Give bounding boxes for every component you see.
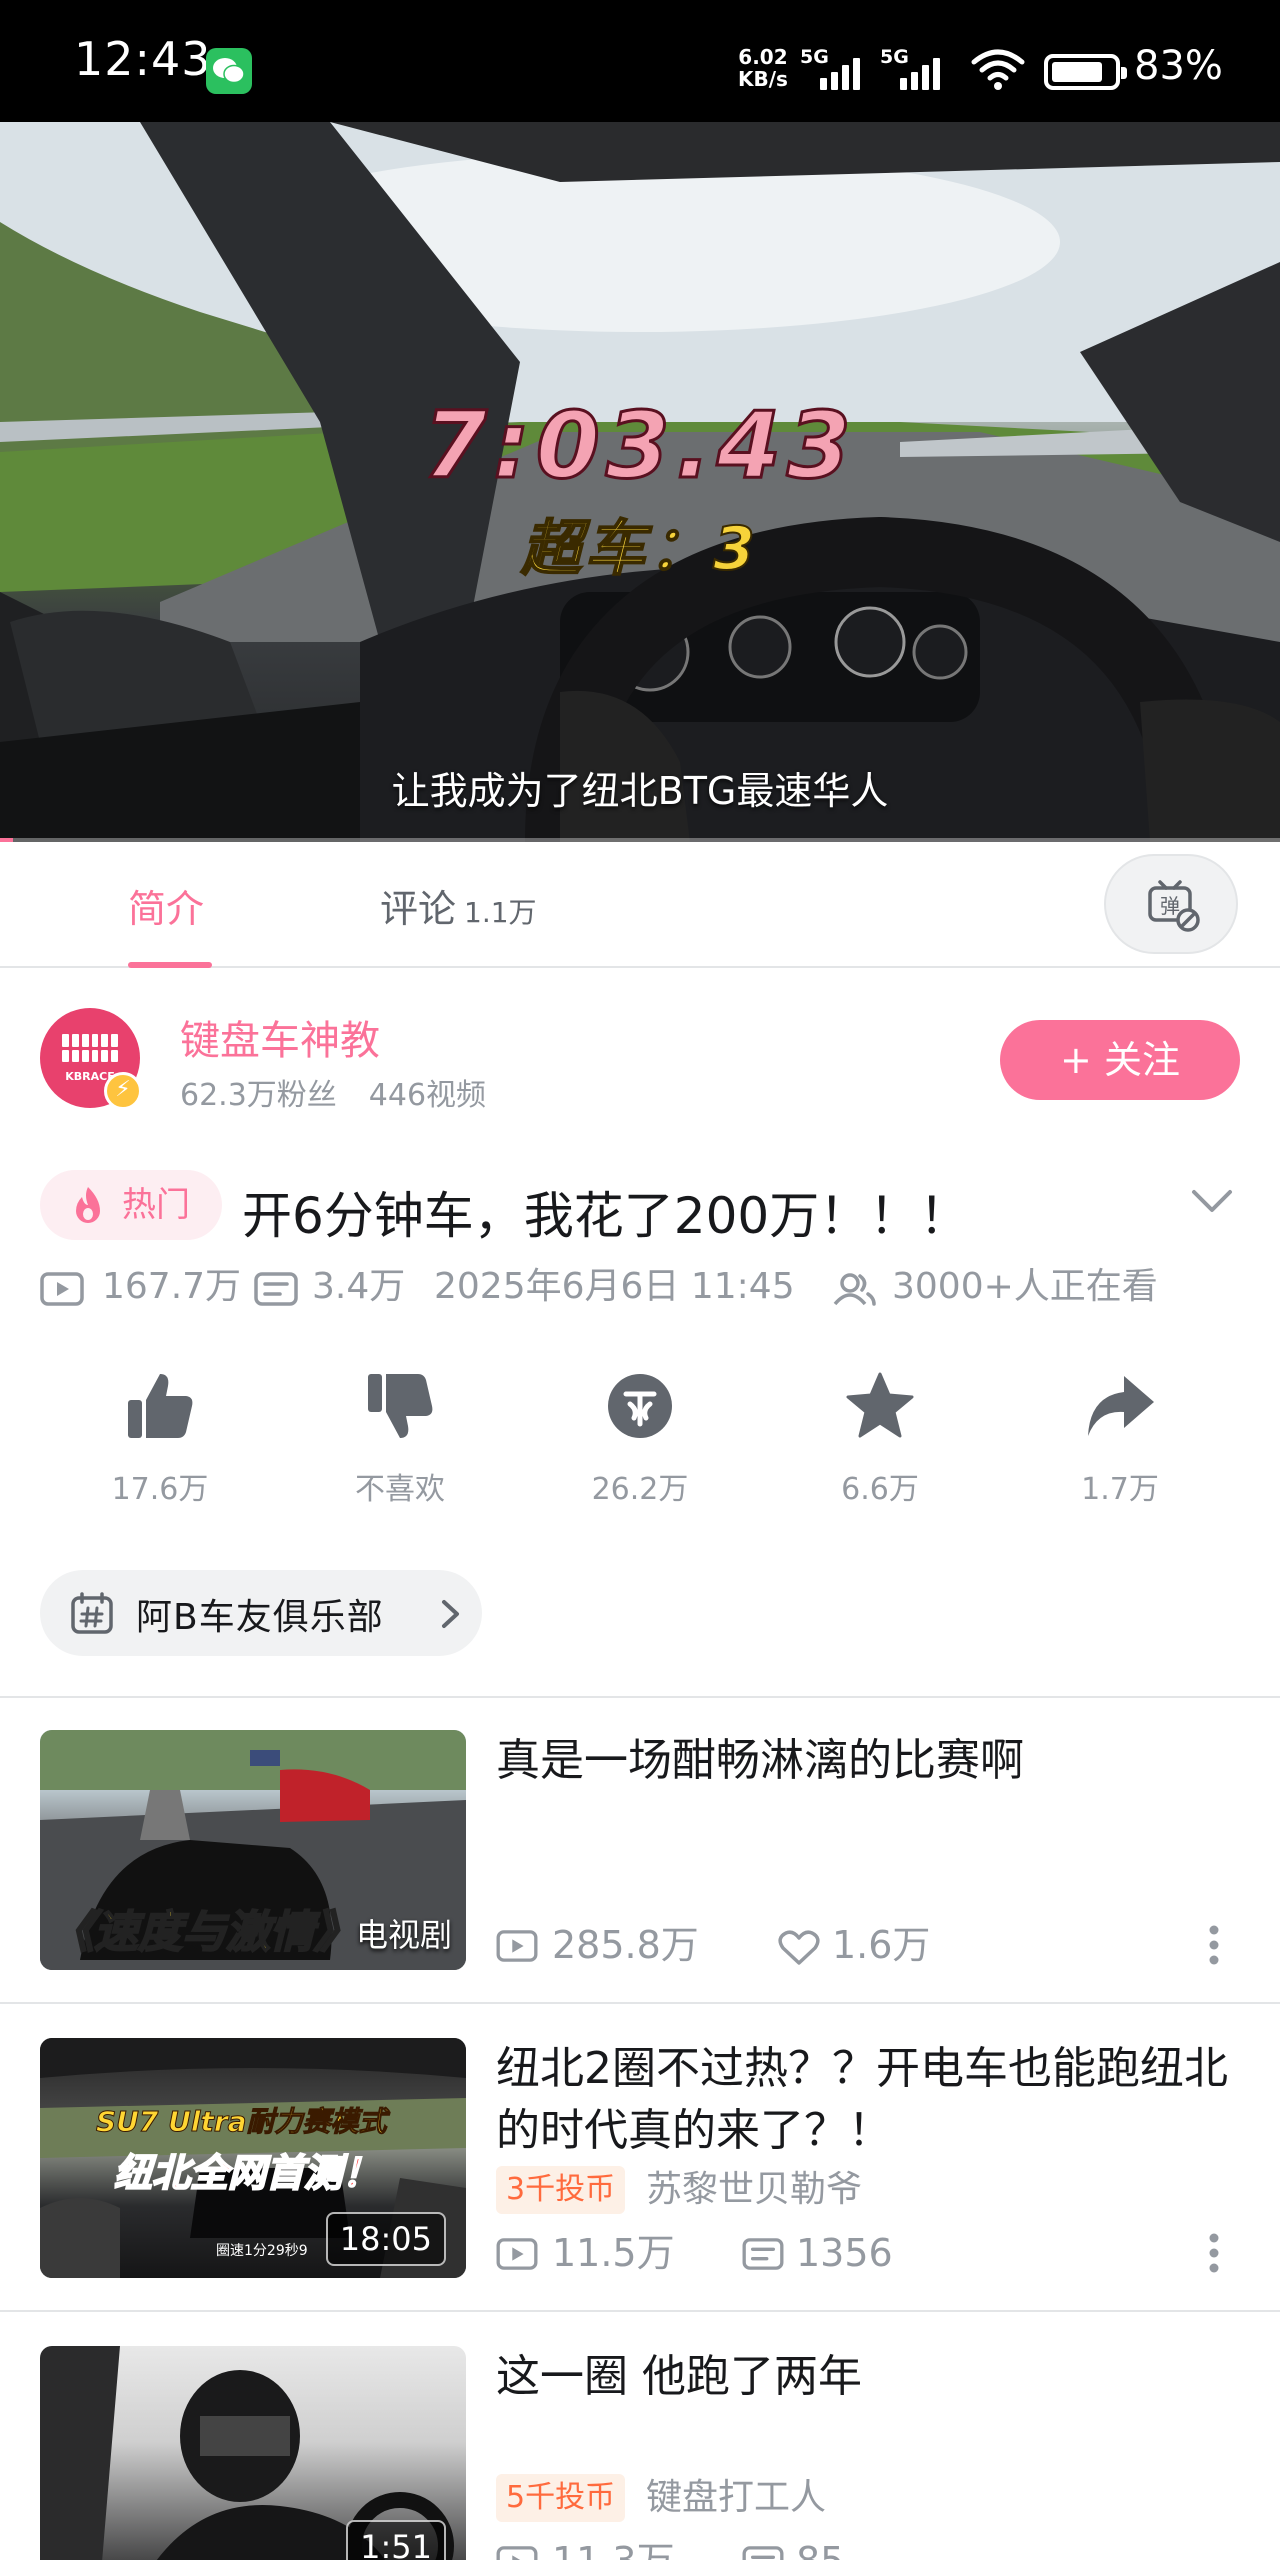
coin-count: 26.2万	[591, 1472, 689, 1507]
danmaku-count: 1356	[796, 2231, 893, 2275]
coin-badge: 5千投币	[496, 2474, 626, 2522]
like-count: 17.6万	[111, 1472, 209, 1507]
recommendation-author: 键盘打工人	[646, 2477, 827, 2518]
wifi-icon	[971, 49, 1025, 90]
video-duration: 1:51	[346, 2520, 446, 2560]
thumbnail-caption-1: SU7 Ultra耐力赛模式	[96, 2105, 388, 2139]
dislike-button[interactable]: 不喜欢	[320, 1370, 480, 1508]
play-count-icon	[496, 2546, 538, 2560]
recommendation-thumbnail[interactable]: SU7 Ultra耐力赛模式 纽北全网首测！ 圈速1分29秒9 18:05	[40, 2038, 466, 2278]
more-options-icon[interactable]	[1208, 2232, 1220, 2274]
tab-bar: 简介 评论 1.1万 弹	[0, 842, 1280, 968]
follow-button[interactable]: + 关注	[1000, 1020, 1240, 1100]
content-type-tag: 电视剧	[355, 1916, 452, 1954]
uploader-fans: 62.3万粉丝	[180, 1078, 337, 1113]
watching-now: 3000+人正在看	[892, 1266, 1158, 1307]
video-player[interactable]: 7:03.43 超车：3 让我成为了纽北BTG最速华人	[0, 122, 1280, 842]
hot-badge[interactable]: 热门	[40, 1170, 222, 1240]
coin-icon	[608, 1374, 672, 1438]
coin-badge: 3千投币	[496, 2166, 626, 2214]
tab-intro[interactable]: 简介	[128, 878, 204, 933]
channel-chip-label: 阿B车友俱乐部	[136, 1597, 384, 1638]
thumbnail-caption-3: 圈速1分29秒9	[216, 2243, 308, 2259]
item-divider	[0, 2002, 1280, 2004]
share-button[interactable]: 1.7万	[1040, 1370, 1200, 1508]
recommendation-author: 苏黎世贝勒爷	[646, 2169, 863, 2210]
danmaku-count-icon	[742, 2546, 784, 2560]
status-bar: 12:43 6.02 KB/s 5G 5G 83%	[0, 0, 1280, 122]
favorite-count: 6.6万	[841, 1472, 919, 1507]
recommendation-title: 这一圈 他跑了两年	[496, 2351, 862, 2402]
battery-percent: 83%	[1134, 43, 1223, 89]
tab-comments-count: 1.1万	[464, 896, 537, 929]
svg-text:弹: 弹	[1160, 894, 1180, 918]
danmaku-off-icon: 弹	[1148, 880, 1200, 932]
publish-date: 2025年6月6日 11:45	[434, 1266, 795, 1307]
more-options-icon[interactable]	[1208, 1924, 1220, 1966]
recommendation-title: 纽北2圈不过热？？开电车也能跑纽北的时代真的来了？！	[496, 2043, 1228, 2156]
danmaku-count: 3.4万	[312, 1266, 406, 1307]
video-title: 开6分钟车，我花了200万！！！	[242, 1187, 970, 1245]
share-count: 1.7万	[1081, 1472, 1159, 1507]
tab-comments-label: 评论	[380, 887, 457, 931]
dislike-label: 不喜欢	[355, 1472, 445, 1507]
lightning-icon: ⚡	[104, 1072, 142, 1110]
view-count: 167.7万	[102, 1266, 242, 1307]
danmaku-count-icon	[254, 1272, 298, 1306]
share-icon	[1088, 1376, 1154, 1436]
recommendation-title: 真是一场酣畅淋漓的比赛啊	[496, 1735, 1024, 1786]
play-count-icon	[40, 1272, 84, 1306]
favorite-button[interactable]: 6.6万	[800, 1370, 960, 1508]
heart-icon	[778, 1930, 820, 1965]
topic-hash-icon	[71, 1592, 113, 1634]
item-divider	[0, 2310, 1280, 2312]
view-count: 285.8万	[552, 1923, 699, 1967]
uploader-stats: 62.3万粉丝 446视频	[180, 1070, 486, 1114]
channel-chip[interactable]: 阿B车友俱乐部	[40, 1570, 482, 1656]
favorite-icon	[846, 1372, 914, 1438]
play-count-icon	[496, 1930, 538, 1962]
tab-active-indicator	[128, 962, 212, 968]
view-count: 11.5万	[552, 2231, 675, 2275]
coin-button[interactable]: 26.2万	[560, 1370, 720, 1508]
recommendation-item[interactable]: 《速度与激情》 电视剧 真是一场酣畅淋漓的比赛啊 285.8万 1.6万	[40, 1730, 1240, 1970]
flame-icon	[76, 1187, 100, 1223]
overlay-overtake: 超车：3	[520, 513, 759, 585]
overlay-laptime: 7:03.43	[422, 391, 857, 501]
wechat-icon	[206, 48, 252, 94]
viewers-icon	[833, 1273, 876, 1306]
dislike-icon	[368, 1374, 433, 1438]
danmaku-toggle-button[interactable]: 弹	[1104, 854, 1238, 954]
battery-icon	[1044, 54, 1127, 90]
danmaku-count-icon	[742, 2238, 784, 2270]
status-time: 12:43	[74, 32, 212, 86]
thumbnail-caption: 《速度与激情》	[49, 1906, 359, 1959]
thumbnail-caption-2: 纽北全网首测！	[113, 2150, 381, 2196]
tab-comments[interactable]: 评论 1.1万	[380, 878, 537, 933]
uploader-video-count: 446视频	[368, 1078, 487, 1113]
uploader-avatar[interactable]: KBRACE ⚡	[40, 1008, 142, 1110]
like-icon	[128, 1374, 193, 1438]
recommendation-thumbnail[interactable]: 《速度与激情》 电视剧	[40, 1730, 466, 1970]
recommendation-item[interactable]: 1:51 这一圈 他跑了两年 5千投币 键盘打工人 11.3万 85	[40, 2346, 1240, 2560]
recommendation-item[interactable]: SU7 Ultra耐力赛模式 纽北全网首测！ 圈速1分29秒9 18:05 纽北…	[40, 2038, 1240, 2278]
chevron-down-icon[interactable]	[1190, 1186, 1234, 1216]
danmaku-count: 85	[796, 2536, 844, 2560]
video-duration: 18:05	[325, 2212, 446, 2266]
play-count-icon	[496, 2238, 538, 2270]
hot-badge-label: 热门	[122, 1185, 190, 1225]
chevron-right-icon	[442, 1600, 459, 1628]
view-count: 11.3万	[552, 2536, 675, 2560]
uploader-name[interactable]: 键盘车神教	[180, 1008, 380, 1066]
like-button[interactable]: 17.6万	[80, 1370, 240, 1508]
video-subtitle: 让我成为了纽北BTG最速华人	[391, 769, 889, 813]
like-count: 1.6万	[832, 1923, 931, 1967]
net-speed: 6.02 KB/s	[738, 45, 788, 91]
section-divider	[0, 1696, 1280, 1698]
recommendation-thumbnail[interactable]: 1:51	[40, 2346, 466, 2560]
